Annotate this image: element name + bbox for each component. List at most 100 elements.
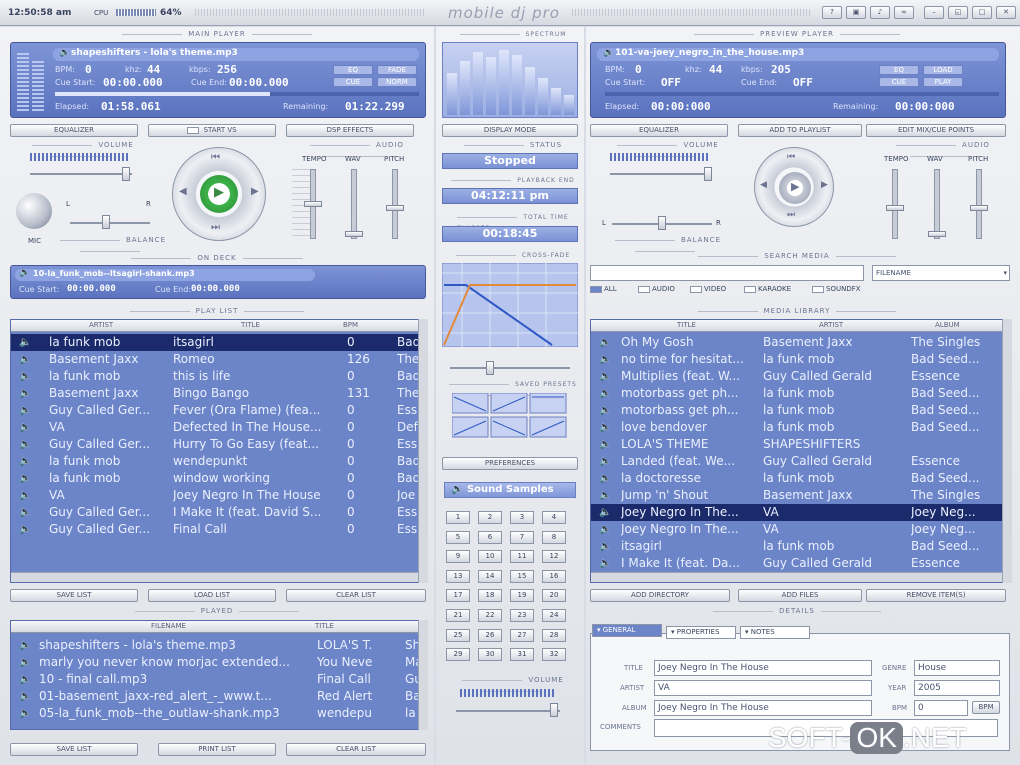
filter-video[interactable]: Video — [690, 285, 726, 293]
column-artist[interactable]: Artist — [89, 321, 113, 329]
table-row[interactable]: 🔈 la funk mob wendepunkt 0 Bad — [11, 453, 419, 470]
preview-eq-button[interactable]: EQ — [879, 65, 919, 75]
detect-bpm-button[interactable]: BPM — [972, 701, 1000, 714]
preview-cue-button[interactable]: CUE — [879, 77, 919, 87]
table-row[interactable]: 🔈 Oh My Gosh Basement Jaxx The Singles — [591, 334, 1003, 351]
column-title[interactable]: Title — [677, 321, 696, 329]
year-field[interactable]: 2005 — [914, 680, 1000, 696]
remove-items-button[interactable]: Remove Item(s) — [866, 589, 1006, 602]
sample-pad[interactable]: 24 — [542, 609, 566, 622]
equalizer-button[interactable]: Equalizer — [10, 124, 138, 137]
preview-wav-thumb[interactable] — [928, 231, 946, 237]
start-vs-checkbox[interactable] — [187, 126, 200, 134]
playlist-clear-button[interactable]: Clear List — [286, 589, 426, 602]
wav-slider[interactable] — [351, 169, 357, 239]
played-print-button[interactable]: Print List — [158, 743, 276, 756]
preview-tempo-thumb[interactable] — [886, 205, 904, 211]
add-files-button[interactable]: Add Files — [738, 589, 862, 602]
add-directory-button[interactable]: Add Directory — [590, 589, 730, 602]
preview-volume-thumb[interactable] — [704, 167, 712, 181]
sample-pad[interactable]: 20 — [542, 589, 566, 603]
sample-pad[interactable]: 16 — [542, 569, 566, 583]
sample-pad[interactable]: 5 — [446, 530, 470, 544]
sample-pad[interactable]: 9 — [446, 550, 470, 564]
sample-pad[interactable]: 23 — [510, 609, 534, 622]
sample-pad[interactable]: 13 — [446, 569, 470, 583]
minimize-button[interactable]: – — [924, 6, 944, 19]
music-button[interactable]: ♪ — [870, 6, 890, 19]
preview-balance-thumb[interactable] — [658, 216, 666, 230]
cue-mode-button[interactable]: CUE — [333, 77, 373, 87]
previous-track-icon[interactable]: ⏮ — [211, 152, 220, 163]
table-row[interactable]: 🔈10 - final call.mp3Final CallGu — [11, 671, 419, 688]
pitch-slider[interactable] — [392, 169, 398, 239]
played-save-button[interactable]: Save List — [10, 743, 138, 756]
preview-wav-slider[interactable] — [934, 169, 940, 239]
tab-general[interactable]: ▾ General — [592, 624, 662, 637]
playlist-hscroll[interactable] — [11, 572, 419, 582]
genre-field[interactable]: House — [914, 660, 1000, 676]
pitch-slider-thumb[interactable] — [386, 205, 404, 211]
played-vscroll[interactable] — [418, 620, 428, 730]
table-row[interactable]: 🔈 la funk mob window working 0 Bad — [11, 470, 419, 487]
sample-pad[interactable]: 25 — [446, 628, 470, 642]
table-row[interactable]: 🔈 la funk mob this is life 0 Bad — [11, 368, 419, 385]
balance-slider-thumb[interactable] — [102, 215, 110, 229]
table-row[interactable]: 🔈 Joey Negro In The... VA Joey Neg... — [591, 521, 1003, 538]
filter-all[interactable]: All — [590, 285, 617, 293]
title-field[interactable]: Joey Negro In The House — [654, 660, 872, 676]
volume-slider-thumb[interactable] — [122, 167, 130, 181]
add-to-playlist-button[interactable]: Add to Playlist — [738, 124, 862, 137]
preview-volume-slider[interactable] — [610, 173, 712, 175]
sample-pad[interactable]: 1 — [446, 511, 470, 524]
volume-slider[interactable] — [30, 173, 132, 175]
table-row[interactable]: 🔈 love bendover la funk mob Bad Seed... — [591, 419, 1003, 436]
preview-play-button[interactable]: PLAY — [923, 77, 963, 87]
preferences-button[interactable]: Preferences — [442, 457, 578, 470]
column-title[interactable]: Title — [315, 622, 334, 630]
tempo-slider-thumb[interactable] — [304, 201, 322, 207]
maximize-button[interactable]: □ — [972, 6, 992, 19]
tab-properties[interactable]: ▾ Properties — [666, 626, 736, 639]
column-filename[interactable]: Filename — [151, 622, 186, 630]
table-row[interactable]: 🔈 VA Joey Negro In The House 0 Joe — [11, 487, 419, 504]
sample-pad[interactable]: 32 — [542, 648, 566, 662]
sample-pad[interactable]: 10 — [478, 550, 502, 564]
wav-slider-thumb[interactable] — [345, 231, 363, 237]
filter-audio[interactable]: Audio — [638, 285, 675, 293]
sample-pad[interactable]: 15 — [510, 569, 534, 583]
next-track-icon[interactable]: ⏭ — [211, 222, 220, 233]
sample-pad[interactable]: 26 — [478, 628, 502, 642]
table-row[interactable]: 🔈 Jump 'n' Shout Basement Jaxx The Singles — [591, 487, 1003, 504]
edit-mix-cue-button[interactable]: Edit Mix/Cue Points — [866, 124, 1006, 137]
start-vs-button[interactable]: Start VS — [148, 124, 276, 137]
restore-button[interactable]: ◱ — [948, 6, 968, 19]
sample-pad[interactable]: 14 — [478, 569, 502, 583]
library-vscroll[interactable] — [1002, 319, 1012, 583]
column-album[interactable]: Album — [935, 321, 960, 329]
table-row[interactable]: 🔈 Guy Called Ger... I Make It (feat. David… — [11, 504, 419, 521]
tab-notes[interactable]: ▾ Notes — [740, 626, 810, 639]
sample-pad[interactable]: 17 — [446, 589, 470, 603]
balance-slider[interactable] — [70, 222, 150, 224]
sample-pad[interactable]: 22 — [478, 609, 502, 622]
preview-play-wheel-button[interactable]: ▶ — [779, 172, 811, 204]
table-row[interactable]: 🔈 motorbass get ph... la funk mob Bad Seed.… — [591, 385, 1003, 402]
crossfade-graph[interactable] — [442, 263, 578, 347]
sample-pad[interactable]: 12 — [542, 550, 566, 564]
preview-tempo-slider[interactable] — [892, 169, 898, 239]
table-row[interactable]: 🔈 Basement Jaxx Bingo Bango 131 The — [11, 385, 419, 402]
sample-pad[interactable]: 30 — [478, 648, 502, 662]
sample-pad[interactable]: 2 — [478, 511, 502, 524]
library-hscroll[interactable] — [591, 572, 1003, 582]
table-row[interactable]: 🔈 Guy Called Ger... Final Call 0 Ess — [11, 521, 419, 538]
preview-equalizer-button[interactable]: Equalizer — [590, 124, 728, 137]
mic-knob[interactable] — [16, 193, 52, 229]
table-row[interactable]: 🔈 la funk mob itsagirl 0 Bad — [11, 334, 419, 351]
help-button[interactable]: ? — [822, 6, 842, 19]
preset-thumbnails[interactable] — [451, 392, 568, 439]
preview-pitch-thumb[interactable] — [970, 205, 988, 211]
forward-icon[interactable]: ▶ — [251, 186, 259, 197]
table-row[interactable]: 🔈 I Make It (feat. Da... Guy Called Gerald… — [591, 555, 1003, 572]
table-row[interactable]: 🔈 VA Defected In The House... 0 Def — [11, 419, 419, 436]
